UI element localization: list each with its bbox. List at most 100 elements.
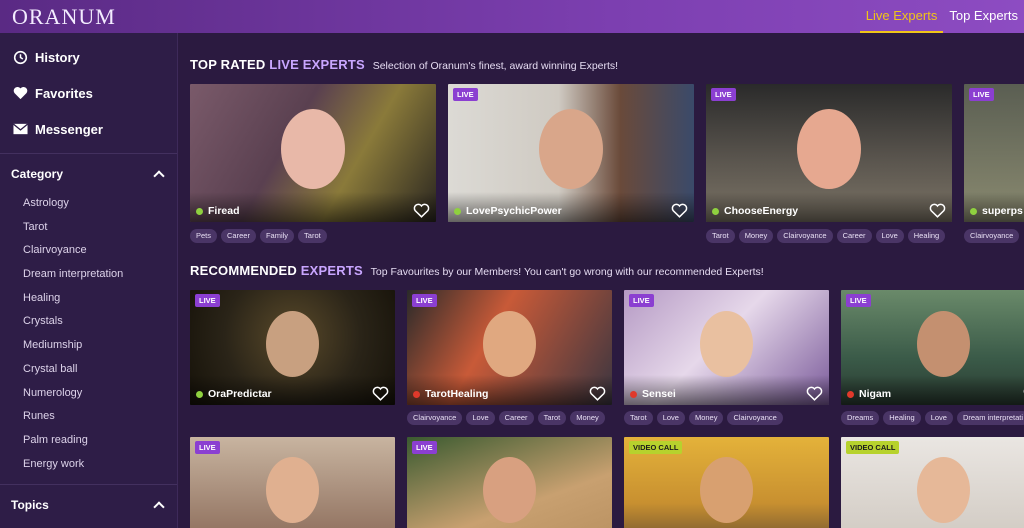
expert-card[interactable]: LIVE LovePsychicPower <box>448 84 694 222</box>
expert-card[interactable]: LIVE <box>407 437 612 528</box>
expert-name: ChooseEnergy <box>712 205 798 217</box>
expert-name-label: Sensei <box>642 388 676 400</box>
tag-pill[interactable]: Dream interpretati <box>956 411 1024 425</box>
expert-card[interactable]: Firead <box>190 84 436 222</box>
oranum-logo[interactable]: ORANUM <box>12 4 116 30</box>
tag-pill[interactable]: Family <box>259 229 295 243</box>
tag-pill[interactable]: Tarot <box>298 229 327 243</box>
favorite-heart-icon[interactable] <box>671 203 688 218</box>
tag-pill[interactable]: Clairvoyance <box>727 411 783 425</box>
tab-live-experts[interactable]: Live Experts <box>859 0 944 33</box>
tag-pill[interactable]: Pets <box>190 229 218 243</box>
expert-card[interactable]: LIVE ChooseEnergy <box>706 84 952 222</box>
expert-face <box>700 311 753 377</box>
sidebar-category-item[interactable]: Astrology <box>0 192 177 216</box>
sidebar-category-item[interactable]: Palm reading <box>0 429 177 453</box>
expert-card[interactable]: LIVE superps <box>964 84 1024 222</box>
tag-pill[interactable]: Money <box>688 411 724 425</box>
expert-card[interactable]: VIDEO CALL <box>841 437 1024 528</box>
envelope-icon <box>12 123 28 135</box>
expert-name-label: LovePsychicPower <box>466 205 562 217</box>
category-title: Category <box>11 167 64 181</box>
sidebar-category-item[interactable]: Crystal ball <box>0 358 177 382</box>
sidebar-item-messenger[interactable]: Messenger <box>0 111 177 147</box>
tag-pill[interactable]: Career <box>836 229 872 243</box>
tab-top-experts[interactable]: Top Experts <box>943 0 1024 33</box>
favorite-heart-icon[interactable] <box>806 386 823 401</box>
expert-name: Nigam <box>847 388 891 400</box>
sidebar-item-label: Messenger <box>35 121 103 137</box>
tag-pill[interactable]: Money <box>570 411 605 425</box>
tag-pill[interactable]: Career <box>221 229 256 243</box>
sidebar-category-item[interactable]: Runes <box>0 405 177 429</box>
tag-pill[interactable]: Clairvoyance <box>964 229 1020 243</box>
sidebar-category-item[interactable]: Healing <box>0 287 177 311</box>
sidebar-item-label: Favorites <box>35 85 93 101</box>
expert-face <box>700 457 753 523</box>
tag-pill[interactable]: Career <box>498 411 534 425</box>
expert-card[interactable]: LIVE Sensei <box>624 290 829 405</box>
tag-pill[interactable]: Love <box>466 411 495 425</box>
section-subtitle: Selection of Oranum's finest, award winn… <box>372 60 619 72</box>
tag-pill[interactable]: Clairvoyance <box>777 229 833 243</box>
main-content: TOP RATED LIVE EXPERTS Selection of Oran… <box>179 33 1024 528</box>
tag-list: Pets Career Family Tarot <box>190 229 327 243</box>
live-badge: LIVE <box>412 441 437 454</box>
sidebar-category-item[interactable]: Numerology <box>0 382 177 406</box>
expert-face <box>266 311 319 377</box>
tag-pill[interactable]: Healing <box>883 411 921 425</box>
favorite-heart-icon[interactable] <box>413 203 430 218</box>
expert-name-label: OraPredictar <box>208 388 272 400</box>
status-dot <box>196 207 203 215</box>
expert-face <box>266 457 319 523</box>
tag-pill[interactable]: Tarot <box>537 411 567 425</box>
sidebar-item-label: History <box>35 49 80 65</box>
expert-face <box>917 457 970 523</box>
tag-pill[interactable]: Healing <box>907 229 946 243</box>
sidebar-category-item[interactable]: Dream interpretation <box>0 263 177 287</box>
tag-pill[interactable]: Money <box>738 229 774 243</box>
favorite-heart-icon[interactable] <box>589 386 606 401</box>
expert-name-label: TarotHealing <box>425 388 489 400</box>
tag-pill[interactable]: Tarot <box>706 229 735 243</box>
sidebar-category-item[interactable]: Clairvoyance <box>0 239 177 263</box>
sidebar-category-item[interactable]: Tarot <box>0 216 177 240</box>
expert-face <box>483 311 536 377</box>
sidebar-category-item[interactable]: Energy work <box>0 453 177 477</box>
expert-card[interactable]: VIDEO CALL <box>624 437 829 528</box>
recommended-title: RECOMMENDED EXPERTS Top Favourites by ou… <box>190 263 764 278</box>
tag-pill[interactable]: Clairvoyance <box>407 411 463 425</box>
expert-face <box>483 457 536 523</box>
sidebar-category-item[interactable]: Crystals <box>0 310 177 334</box>
expert-card[interactable]: LIVE <box>190 437 395 528</box>
expert-face <box>281 109 345 189</box>
tag-pill[interactable]: Love <box>875 229 904 243</box>
expert-name: LovePsychicPower <box>454 205 562 217</box>
tag-pill[interactable]: Love <box>924 411 953 425</box>
expert-card[interactable]: LIVE TarotHealing <box>407 290 612 405</box>
favorite-heart-icon[interactable] <box>929 203 946 218</box>
topics-header[interactable]: Topics <box>0 489 177 521</box>
expert-card[interactable]: LIVE Nigam <box>841 290 1024 405</box>
tag-pill[interactable]: Love <box>656 411 685 425</box>
category-header[interactable]: Category <box>0 158 177 190</box>
sidebar-item-history[interactable]: History <box>0 39 177 75</box>
live-badge: LIVE <box>846 294 871 307</box>
section-subtitle: Top Favourites by our Members! You can't… <box>370 266 764 278</box>
tag-pill[interactable]: Tarot <box>624 411 653 425</box>
expert-name-label: Firead <box>208 205 240 217</box>
sidebar-item-favorites[interactable]: Favorites <box>0 75 177 111</box>
sidebar-divider <box>0 153 177 154</box>
tag-list: Clairvoyance Love Career Tarot Money <box>407 411 605 425</box>
sidebar-category-item[interactable]: Mediumship <box>0 334 177 358</box>
expert-card[interactable]: LIVE OraPredictar <box>190 290 395 405</box>
tag-pill[interactable]: Dreams <box>841 411 880 425</box>
section-title-highlight: EXPERTS <box>300 263 363 278</box>
live-badge: LIVE <box>453 88 478 101</box>
live-badge: LIVE <box>969 88 994 101</box>
favorite-heart-icon[interactable] <box>372 386 389 401</box>
category-list: Astrology Tarot Clairvoyance Dream interpre… <box>0 190 177 476</box>
tag-list: Tarot Money Clairvoyance Career Love Healing <box>706 229 946 243</box>
video-call-badge: VIDEO CALL <box>846 441 900 454</box>
status-dot <box>413 390 420 398</box>
